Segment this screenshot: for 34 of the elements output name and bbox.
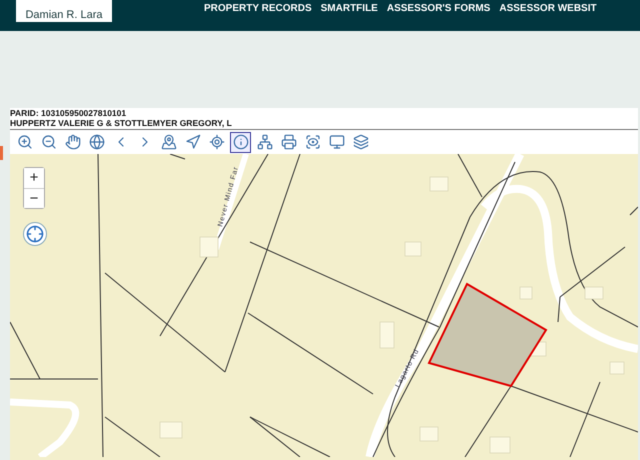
owner-name: HUPPERTZ VALERIE G & STOTTLEMYER GREGORY, L — [10, 118, 638, 130]
nav-link[interactable]: ASSESSOR WEBSIT — [499, 3, 597, 14]
building — [380, 322, 394, 348]
crosshair-icon — [26, 225, 44, 243]
building — [404, 242, 422, 256]
nav-link[interactable]: PROPERTY RECORDS — [204, 3, 312, 14]
building — [160, 422, 182, 438]
building — [584, 286, 604, 300]
screen-icon — [328, 134, 344, 150]
hand-icon — [64, 134, 80, 150]
cursor-target-icon — [208, 134, 224, 150]
building — [430, 176, 448, 192]
info-icon — [232, 134, 248, 150]
parcel-id: PARID: 103105950027810101 — [10, 108, 128, 118]
nav-link[interactable]: ASSESSOR'S FORMS — [386, 3, 490, 14]
network-icon — [256, 134, 272, 150]
zoom-in-icon — [16, 134, 32, 150]
info-tool[interactable] — [230, 132, 251, 152]
building — [610, 362, 624, 374]
building — [420, 426, 438, 442]
pointer-icon — [184, 134, 200, 150]
nav-link[interactable]: SMARTFILE — [320, 3, 378, 14]
selected-parcel[interactable] — [428, 282, 548, 388]
map-pin-icon — [160, 134, 176, 150]
globe-icon — [88, 134, 104, 150]
zoom-out-button[interactable]: − — [24, 188, 44, 208]
zoom-out-icon — [40, 134, 56, 150]
locate-button[interactable] — [23, 222, 47, 246]
building — [490, 436, 510, 454]
road — [10, 398, 80, 457]
layers-icon — [352, 134, 368, 150]
building — [520, 286, 532, 300]
building — [200, 236, 218, 258]
logo-name: Damian R. Lara — [25, 9, 103, 21]
